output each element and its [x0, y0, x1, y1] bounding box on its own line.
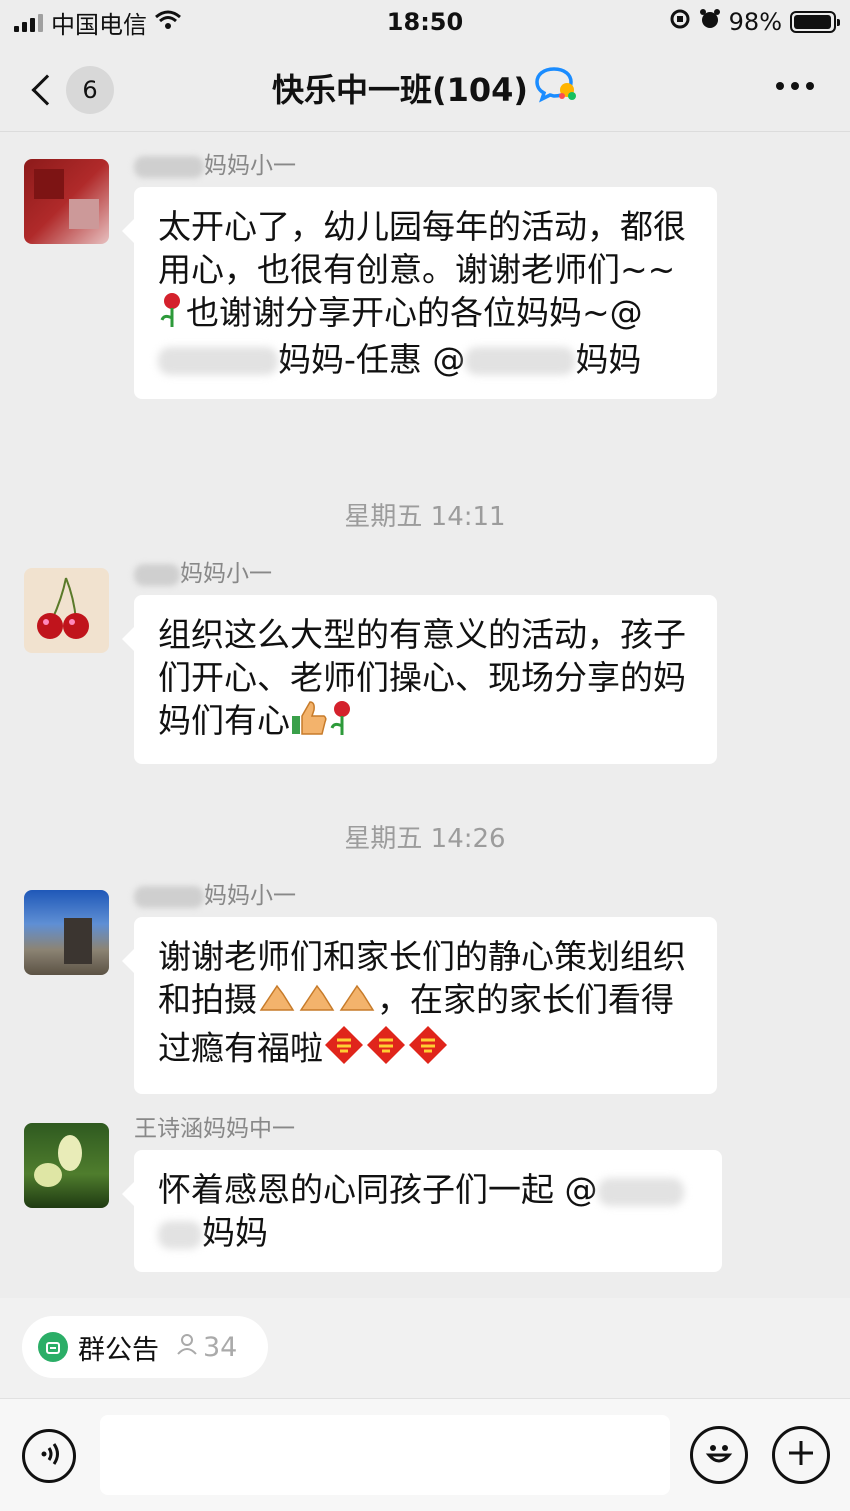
sender-name-text: 妈妈小一: [204, 153, 296, 179]
carrier-label: 中国电信: [51, 10, 147, 39]
group-chat-icon: [534, 65, 578, 111]
more-options-button[interactable]: [776, 82, 814, 90]
fortune-icon: [365, 1024, 407, 1076]
timestamp: 星期五 14:26: [344, 824, 506, 854]
message-item: 妈妈小一 组织这么大型的有意义的活动，孩子们开心、老师们操心、现场分享的妈妈们有…: [0, 541, 850, 781]
message-bubble[interactable]: 太开心了，幼儿园每年的活动，都很用心，也很有创意。谢谢老师们~~ 也谢谢分享开心的…: [122, 187, 717, 399]
member-count: 34: [175, 1332, 237, 1363]
announcement-icon: [38, 1332, 68, 1362]
sender-name: 妈妈小一: [134, 151, 296, 181]
smiley-icon: [701, 1435, 737, 1475]
status-bar: 中国电信 18:50 98%: [0, 0, 850, 44]
message-text: 妈妈: [202, 1213, 268, 1252]
chevron-left-icon: [31, 74, 63, 106]
praying-hands-icon: [297, 980, 337, 1024]
notice-bar: 群公告 34: [0, 1298, 850, 1398]
emoji-button[interactable]: [690, 1426, 748, 1484]
message-item: 妈妈小一 太开心了，幼儿园每年的活动，都很用心，也很有创意。谢谢老师们~~ 也谢谢…: [0, 133, 850, 463]
message-item: 王诗涵妈妈中一 怀着感恩的心同孩子们一起 @ 妈妈: [0, 1096, 850, 1296]
battery-percent: 98%: [728, 8, 782, 36]
chat-title-text: 快乐中一班(104): [271, 70, 529, 109]
message-item: 妈妈小一 谢谢老师们和家长们的静心策划组织和拍摄 ，在家的家长们看得过瘾有福啦: [0, 863, 850, 1103]
avatar[interactable]: [24, 568, 109, 653]
nav-bar: 6 快乐中一班(104): [0, 44, 850, 132]
voice-icon: [36, 1441, 62, 1471]
praying-hands-icon: [337, 980, 377, 1024]
message-text: 太开心了，幼儿园每年的活动，都很用心，也很有创意。谢谢老师们~~: [158, 207, 686, 289]
redacted-mention: [465, 347, 576, 375]
rose-icon: [158, 292, 186, 338]
add-button[interactable]: [772, 1426, 830, 1484]
back-button[interactable]: 6: [28, 66, 114, 114]
avatar[interactable]: [24, 159, 109, 244]
message-text: 怀着感恩的心同孩子们一起 @: [158, 1170, 598, 1209]
signal-icon: [14, 12, 43, 32]
redacted-mention: [158, 347, 278, 375]
alarm-icon: [699, 8, 721, 36]
praying-hands-icon: [257, 980, 297, 1024]
message-text: 妈妈-任惠 @: [278, 339, 466, 379]
fortune-icon: [323, 1024, 365, 1076]
battery-fill: [794, 15, 832, 29]
status-right: 98%: [586, 8, 840, 36]
avatar[interactable]: [24, 1123, 109, 1208]
chat-area[interactable]: 妈妈小一 太开心了，幼儿园每年的活动，都很用心，也很有创意。谢谢老师们~~ 也谢谢…: [0, 133, 850, 1298]
sender-name: 妈妈小一: [134, 559, 272, 589]
sender-name: 王诗涵妈妈中一: [134, 1116, 295, 1142]
avatar[interactable]: [24, 890, 109, 975]
person-icon: [175, 1332, 199, 1363]
thumbs-up-icon: [290, 700, 328, 746]
battery-icon: [790, 11, 840, 33]
message-text: 也谢谢分享开心的各位妈妈~@: [186, 293, 643, 332]
message-text: 妈妈: [575, 339, 642, 379]
message-bubble[interactable]: 怀着感恩的心同孩子们一起 @ 妈妈: [122, 1150, 722, 1272]
redacted-name: [134, 563, 180, 586]
fortune-icon: [407, 1024, 449, 1076]
timestamp: 星期五 14:11: [344, 502, 506, 532]
voice-button[interactable]: [22, 1429, 76, 1483]
redacted-name: [134, 155, 204, 178]
group-notice-label: 群公告: [78, 1334, 159, 1366]
rose-icon: [328, 700, 356, 746]
sender-name-text: 妈妈小一: [180, 561, 272, 587]
redacted-mention: [158, 1220, 202, 1249]
orientation-lock-icon: [669, 8, 691, 36]
redacted-mention: [597, 1177, 684, 1206]
message-bubble[interactable]: 组织这么大型的有意义的活动，孩子们开心、老师们操心、现场分享的妈妈们有心: [122, 595, 717, 764]
unread-badge: 6: [66, 66, 114, 114]
message-input[interactable]: [100, 1415, 670, 1495]
status-left: 中国电信: [14, 5, 264, 40]
input-bar: [0, 1398, 850, 1511]
plus-icon: [786, 1438, 816, 1472]
sender-name: 妈妈小一: [134, 881, 296, 911]
redacted-name: [134, 885, 204, 908]
sender-name-text: 妈妈小一: [204, 883, 296, 909]
wifi-icon: [155, 8, 181, 36]
chat-title: 快乐中一班(104): [272, 65, 578, 111]
group-notice-button[interactable]: 群公告 34: [22, 1316, 268, 1378]
message-bubble[interactable]: 谢谢老师们和家长们的静心策划组织和拍摄 ，在家的家长们看得过瘾有福啦: [122, 917, 717, 1094]
message-text: 组织这么大型的有意义的活动，孩子们开心、老师们操心、现场分享的妈妈们有心: [158, 615, 686, 740]
member-count-text: 34: [203, 1331, 238, 1363]
